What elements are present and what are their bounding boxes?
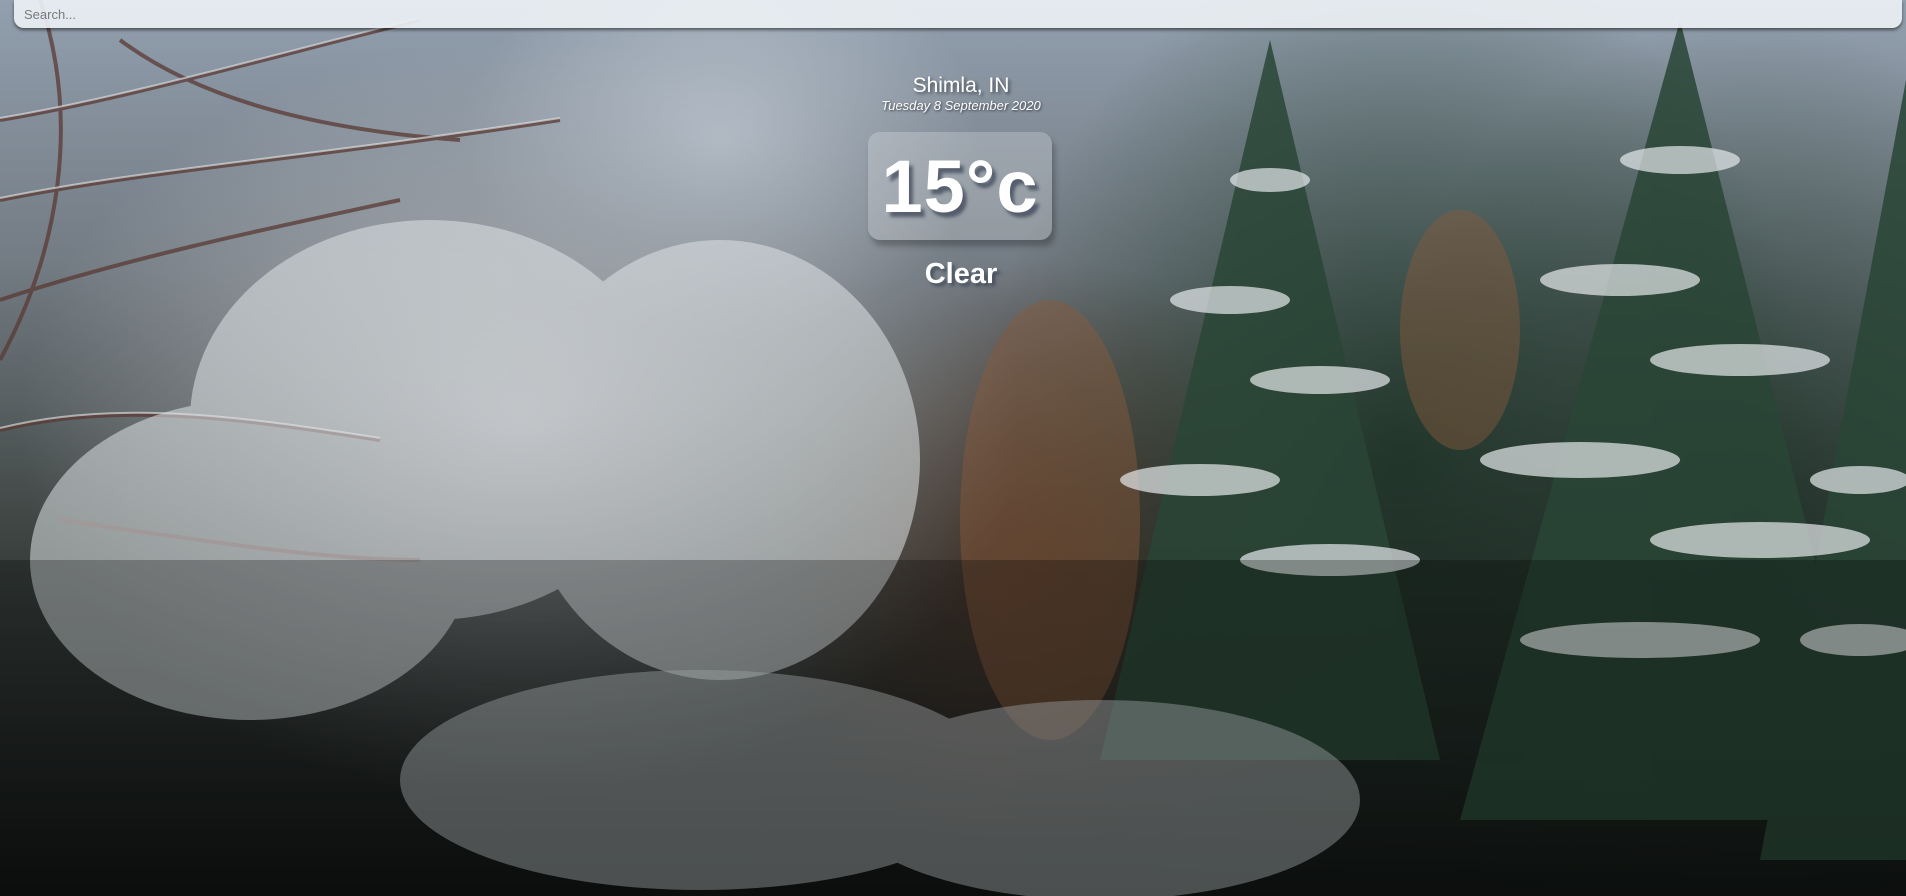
weather-app: Shimla, IN Tuesday 8 September 2020 15°c… — [0, 0, 1906, 896]
search-bar — [14, 0, 1902, 28]
current-date: Tuesday 8 September 2020 — [881, 98, 1041, 113]
location-box: Shimla, IN Tuesday 8 September 2020 — [0, 74, 1906, 114]
weather-condition: Clear — [924, 258, 998, 290]
search-input[interactable] — [14, 0, 1902, 28]
location-name: Shimla, IN — [912, 74, 1010, 97]
temperature-value: 15°c — [881, 144, 1039, 228]
temperature-box: 15°c — [868, 132, 1052, 240]
